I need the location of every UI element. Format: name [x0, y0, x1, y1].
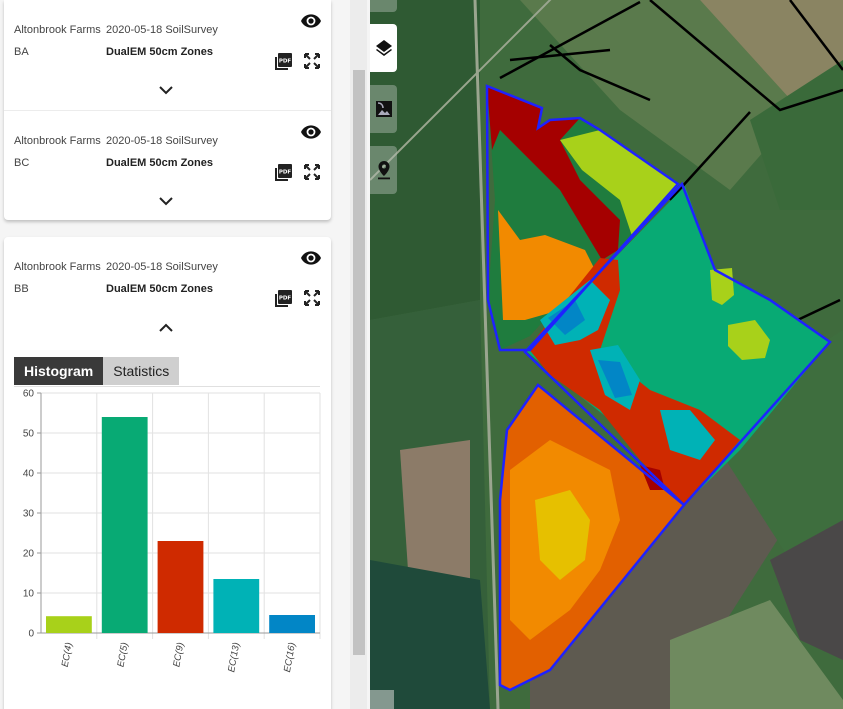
layer-item-ba[interactable]: Altonbrook Farms 2020-05-18 SoilSurvey BA…: [4, 0, 331, 110]
y-tick-label: 40: [23, 469, 35, 480]
scrollbar-thumb[interactable]: [353, 70, 365, 655]
tab-histogram[interactable]: Histogram: [14, 357, 104, 385]
x-tick-label: EC(9): [171, 642, 186, 668]
chart-tabs: Histogram Statistics: [14, 357, 180, 385]
layer-name: DualEM 50cm Zones: [106, 157, 213, 169]
layer-item-bb[interactable]: Altonbrook Farms 2020-05-18 SoilSurvey BB…: [4, 237, 331, 347]
y-tick-label: 60: [23, 389, 35, 400]
fullscreen-icon[interactable]: [303, 163, 321, 181]
histogram-chart: 0 10 20 30 40 50 60 EC(4) EC(5) EC(9) EC(13) EC(16…: [23, 389, 321, 674]
pdf-icon[interactable]: PDF: [273, 289, 293, 309]
farm-name: Altonbrook Farms: [14, 135, 101, 147]
histogram-bar: [46, 616, 92, 633]
map-marker-icon: [378, 161, 390, 180]
chart-bars: [46, 417, 315, 633]
chevron-up-icon[interactable]: [159, 323, 173, 332]
y-tick-label: 0: [28, 629, 34, 640]
field-patch: [370, 560, 490, 709]
map-control-top[interactable]: [370, 0, 397, 12]
y-axis-ticks: 0 10 20 30 40 50 60: [23, 389, 41, 640]
field-code: BC: [14, 157, 30, 169]
y-tick-label: 30: [23, 509, 35, 520]
x-tick-label: EC(4): [60, 642, 75, 668]
chevron-down-icon[interactable]: [159, 86, 173, 95]
layers-panel: Altonbrook Farms 2020-05-18 SoilSurvey BA…: [0, 0, 340, 709]
fullscreen-icon[interactable]: [303, 52, 321, 70]
layer-item-bc[interactable]: Altonbrook Farms 2020-05-18 SoilSurvey BC…: [4, 110, 331, 220]
x-tick-label: EC(5): [116, 642, 131, 668]
fullscreen-icon[interactable]: [303, 289, 321, 307]
layer-card-group: Altonbrook Farms 2020-05-18 SoilSurvey BA…: [4, 0, 331, 220]
y-tick-label: 20: [23, 549, 35, 560]
image-layer-button[interactable]: [370, 85, 397, 133]
pdf-icon[interactable]: PDF: [273, 52, 293, 72]
y-tick-label: 10: [23, 589, 35, 600]
layer-name: DualEM 50cm Zones: [106, 46, 213, 58]
pdf-icon[interactable]: PDF: [273, 163, 293, 183]
satellite-imagery: [370, 0, 843, 709]
farm-name: Altonbrook Farms: [14, 261, 101, 273]
histogram-bar: [213, 579, 260, 633]
app: Altonbrook Farms 2020-05-18 SoilSurvey BA…: [0, 0, 843, 709]
x-tick-label: EC(13): [226, 642, 242, 674]
svg-text:PDF: PDF: [279, 170, 292, 176]
map-view[interactable]: [370, 0, 843, 709]
layers-icon: [376, 40, 392, 56]
eye-icon[interactable]: [301, 125, 321, 139]
layers-button[interactable]: [370, 24, 397, 72]
x-axis-ticks: EC(4) EC(5) EC(9) EC(13) EC(16): [60, 642, 298, 674]
layer-name: DualEM 50cm Zones: [106, 283, 213, 295]
svg-text:PDF: PDF: [279, 59, 292, 65]
survey-name: 2020-05-18 SoilSurvey: [106, 261, 218, 273]
histogram-bar: [157, 541, 204, 633]
svg-text:PDF: PDF: [279, 296, 292, 302]
marker-button[interactable]: [370, 146, 397, 194]
survey-name: 2020-05-18 SoilSurvey: [106, 24, 218, 36]
eye-icon[interactable]: [301, 14, 321, 28]
layer-card-bb: Altonbrook Farms 2020-05-18 SoilSurvey BB…: [4, 237, 331, 709]
survey-name: 2020-05-18 SoilSurvey: [106, 135, 218, 147]
histogram-bar: [101, 417, 148, 633]
x-tick-label: EC(16): [282, 642, 298, 674]
y-tick-label: 50: [23, 429, 35, 440]
chevron-down-icon[interactable]: [159, 197, 173, 206]
eye-icon[interactable]: [301, 251, 321, 265]
field-code: BA: [14, 46, 29, 58]
field-code: BB: [14, 283, 29, 295]
farm-name: Altonbrook Farms: [14, 24, 101, 36]
histogram-bar: [269, 615, 315, 633]
map-chart-toggle[interactable]: [370, 690, 394, 709]
tab-statistics[interactable]: Statistics: [103, 357, 180, 385]
image-icon: [376, 101, 392, 117]
